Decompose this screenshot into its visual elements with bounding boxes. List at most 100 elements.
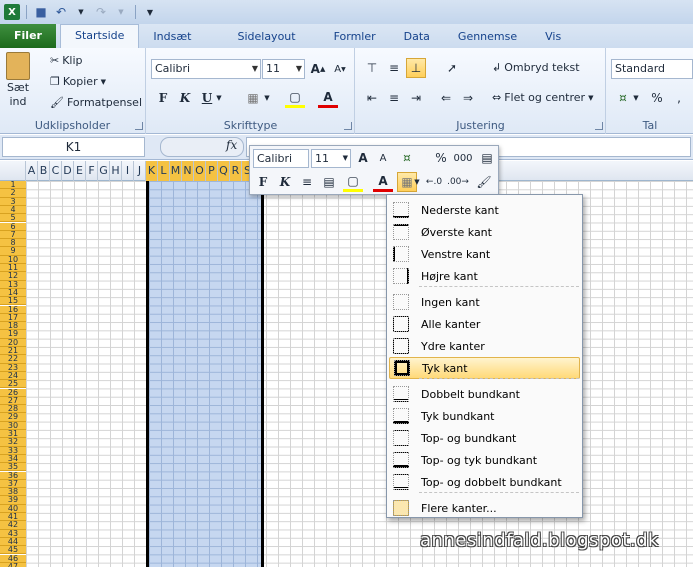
menu-item-top-bottom-border[interactable]: Top- og bundkant [389,427,580,449]
column-header[interactable]: F [86,161,98,181]
select-all-corner[interactable] [0,161,26,181]
mini-italic-icon[interactable]: K [275,172,295,192]
column-header[interactable]: E [74,161,86,181]
mini-format-painter-icon[interactable]: 🖌 [474,172,494,192]
mini-borders-dropdown-icon[interactable]: ▼ [412,172,422,192]
column-header[interactable]: O [194,161,206,181]
italic-icon[interactable]: K [175,88,195,108]
save-icon[interactable]: ■ [33,4,49,20]
selected-range[interactable] [146,181,264,567]
align-top-icon[interactable]: ⊤ [362,58,382,78]
insert-function-icon[interactable]: fx [226,138,237,152]
font-family-select[interactable]: Calibri ▼ [151,59,261,79]
tab-data[interactable]: Data [390,26,444,48]
undo-dropdown-icon[interactable]: ▼ [73,4,89,20]
mini-percent-icon[interactable]: % [431,148,451,168]
wrap-text-button[interactable]: ↲ Ombryd tekst [492,61,580,74]
tab-file[interactable]: Filer [0,24,56,48]
clipboard-launcher-icon[interactable] [135,122,143,130]
menu-item-right-border[interactable]: Højre kant [389,265,580,287]
menu-item-all-borders[interactable]: Alle kanter [389,313,580,335]
tab-page-layout[interactable]: Sidelayout [223,26,309,48]
bold-icon[interactable]: F [153,88,173,108]
merge-center-button[interactable]: ⇔ Flet og centrer ▼ [492,91,593,104]
menu-item-top-thick-bottom-border[interactable]: Top- og tyk bundkant [389,449,580,471]
column-header[interactable]: G [98,161,110,181]
shrink-font-icon[interactable]: A ▼ [330,59,350,79]
column-header[interactable]: A [26,161,38,181]
undo-icon[interactable]: ↶ [53,4,69,20]
column-header[interactable]: M [170,161,182,181]
align-center-icon[interactable]: ≡ [384,88,404,108]
column-header[interactable]: H [110,161,122,181]
mini-currency-icon[interactable]: ¤ [397,148,417,168]
comma-icon[interactable]: , [669,88,689,108]
orientation-icon[interactable]: ➚ [442,58,462,78]
menu-item-thick-bottom-border[interactable]: Tyk bundkant [389,405,580,427]
column-header[interactable]: I [122,161,134,181]
alignment-launcher-icon[interactable] [595,122,603,130]
mini-shrink-font-icon[interactable]: A [373,148,393,168]
tab-insert[interactable]: Indsæt [139,26,205,48]
tab-view[interactable]: Vis [531,26,575,48]
mini-decrease-decimal-icon[interactable]: .00→ [447,172,469,192]
tab-home[interactable]: Startside [60,24,140,48]
fill-color-icon[interactable]: ▢ [285,88,305,108]
font-color-icon[interactable]: A [318,88,338,108]
mini-increase-decimal-icon[interactable]: ←.0 [424,172,444,192]
mini-center-icon[interactable]: ≡ [297,172,317,192]
mini-grow-font-icon[interactable]: A [353,148,373,168]
increase-indent-icon[interactable]: ⇒ [458,88,478,108]
mini-thousands-icon[interactable]: 000 [453,148,473,168]
align-left-icon[interactable]: ⇤ [362,88,382,108]
tab-review[interactable]: Gennemse [444,26,531,48]
column-header[interactable]: K [146,161,158,181]
column-header[interactable]: N [182,161,194,181]
menu-item-bottom-border[interactable]: Nederste kant [389,199,580,221]
align-right-icon[interactable]: ⇥ [406,88,426,108]
underline-dropdown-icon[interactable]: ▼ [213,88,225,108]
copy-button[interactable]: ❐ Kopier ▼ [50,75,106,88]
column-header[interactable]: B [38,161,50,181]
name-box[interactable]: K1 [2,137,145,157]
mini-font-select[interactable]: Calibri [253,149,309,168]
borders-icon[interactable]: ▦ [243,88,263,108]
menu-item-more-borders[interactable]: Flere kanter... [389,497,580,519]
column-header[interactable]: P [206,161,218,181]
redo-icon[interactable]: ↷ [93,4,109,20]
mini-merge-icon[interactable]: ▤ [319,172,339,192]
column-header[interactable]: D [62,161,74,181]
menu-item-left-border[interactable]: Venstre kant [389,243,580,265]
worksheet-grid[interactable]: ABCDEFGHIJKLMNOPQRS 1 2 3 4 5 6 7 8 9 10 11 12 13 14 1… [0,161,693,567]
menu-item-top-border[interactable]: Øverste kant [389,221,580,243]
column-header[interactable]: J [134,161,146,181]
number-format-select[interactable]: Standard [611,59,693,79]
mini-fill-color-icon[interactable]: ▢ [343,172,363,192]
cell-area[interactable] [26,181,693,567]
mini-size-select[interactable]: 11 ▼ [311,149,351,168]
menu-item-top-double-bottom-border[interactable]: Top- og dobbelt bundkant [389,471,580,493]
align-middle-icon[interactable]: ≡ [384,58,404,78]
align-bottom-icon[interactable]: ⊥ [406,58,426,78]
customize-qat-icon[interactable]: ▼ [142,4,158,20]
borders-dropdown-icon[interactable]: ▼ [261,88,273,108]
format-painter-button[interactable]: 🖌 Formatpensel [50,96,142,109]
currency-dropdown-icon[interactable]: ▼ [631,88,641,108]
column-header[interactable]: L [158,161,170,181]
currency-icon[interactable]: ¤ [613,88,633,108]
decrease-indent-icon[interactable]: ⇐ [436,88,456,108]
row-header[interactable]: 47 [0,562,26,567]
column-header[interactable]: R [230,161,242,181]
mini-font-color-icon[interactable]: A [373,172,393,192]
mini-bold-icon[interactable]: F [253,172,273,192]
column-header[interactable]: C [50,161,62,181]
menu-item-no-border[interactable]: Ingen kant [389,291,580,313]
mini-format-cells-icon[interactable]: ▤ [477,148,497,168]
grow-font-icon[interactable]: A ▲ [308,59,328,79]
menu-item-thick-box-border[interactable]: Tyk kant [389,357,580,379]
menu-item-bottom-double-border[interactable]: Dobbelt bundkant [389,383,580,405]
paste-button[interactable]: Sæt ind [6,52,30,108]
percent-icon[interactable]: % [647,88,667,108]
column-header[interactable]: Q [218,161,230,181]
tab-formulas[interactable]: Formler [320,26,390,48]
